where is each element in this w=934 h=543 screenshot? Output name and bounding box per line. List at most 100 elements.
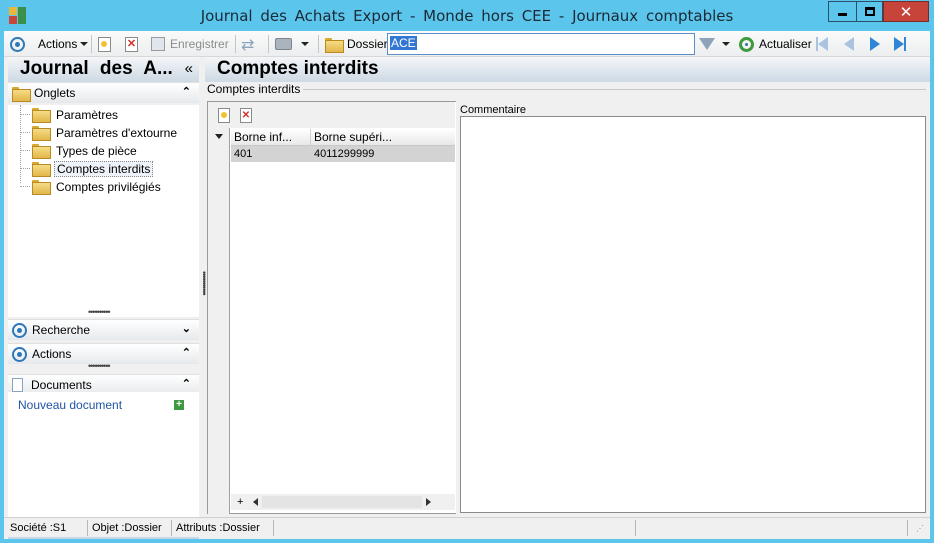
tree-item-comptes-interdits[interactable]: Comptes interdits [32, 160, 154, 177]
row-selector-column [208, 128, 230, 514]
collapse-chevron-icon: ⌃ [181, 86, 191, 98]
last-record-button[interactable] [894, 34, 906, 54]
search-section-header[interactable]: Recherche ⌄ [8, 319, 199, 340]
folder-icon [32, 144, 51, 159]
next-record-icon [870, 37, 880, 51]
cell-borne-sup[interactable]: 4011299999 [311, 146, 455, 162]
chevron-down-icon [722, 42, 730, 46]
column-header-borne-sup[interactable]: Borne supéri... [311, 129, 455, 146]
save-button[interactable]: Enregistrer [151, 34, 229, 54]
splitter-grip[interactable]: •••••••••• [88, 307, 110, 317]
maximize-icon [864, 7, 875, 16]
minimize-button[interactable] [828, 1, 857, 22]
tree-item-parametres-extourne[interactable]: Paramètres d'extourne [32, 124, 179, 141]
splitter-grip[interactable]: •••••••••• [88, 361, 110, 371]
close-button[interactable]: ✕ [883, 1, 929, 22]
add-row-footer[interactable]: + [237, 496, 243, 508]
scroll-right-icon[interactable] [426, 498, 432, 506]
tree-item-label: Types de pièce [56, 143, 137, 158]
save-button-label: Enregistrer [170, 37, 229, 51]
filter-icon [699, 38, 715, 50]
actions-menu-label: Actions [38, 37, 78, 51]
search-section-icon [12, 322, 27, 338]
status-societe: Société :S1 [8, 520, 88, 536]
new-button[interactable] [98, 34, 111, 54]
comment-textarea[interactable] [460, 116, 926, 513]
sync-button[interactable]: ⇄ [241, 34, 254, 54]
last-record-icon [894, 37, 906, 51]
column-menu-icon[interactable] [215, 134, 223, 139]
tree-item-label: Comptes privilégiés [56, 179, 161, 194]
scroll-left-icon[interactable] [253, 498, 259, 506]
dossier-label: Dossier [347, 37, 388, 51]
documents-panel: Nouveau document + [8, 392, 199, 522]
collapse-chevron-icon: ⌃ [181, 347, 191, 359]
group-divider [303, 89, 926, 90]
collapse-chevron-icon: ⌃ [181, 378, 191, 390]
title-bar[interactable]: Journal des Achats Export - Monde hors C… [0, 0, 934, 31]
print-button[interactable] [275, 34, 309, 54]
maximize-button[interactable] [856, 1, 883, 22]
refresh-button[interactable]: Actualiser [739, 34, 812, 54]
folder-icon [12, 86, 31, 102]
delete-row-icon[interactable]: ✕ [240, 108, 252, 123]
dossier-button[interactable]: Dossier [325, 34, 388, 54]
search-input[interactable]: ACE [387, 33, 695, 55]
refresh-button-label: Actualiser [759, 37, 812, 51]
resize-grip-icon[interactable]: ⋰ [916, 524, 924, 533]
filter-button[interactable] [699, 34, 730, 54]
grid-footer: + [231, 494, 455, 510]
table-row[interactable]: 401 4011299999 [231, 146, 455, 162]
tree-item-types-piece[interactable]: Types de pièce [32, 142, 139, 159]
status-attributs: Attributs :Dossier [174, 520, 274, 536]
folder-icon [32, 180, 51, 195]
left-panel: Journal des A... « Onglets ⌃ Paramètres [4, 57, 199, 539]
printer-icon [275, 38, 292, 50]
previous-record-button[interactable] [844, 34, 854, 54]
cell-borne-inf[interactable]: 401 [231, 146, 311, 162]
status-empty-cell [276, 520, 636, 536]
delete-icon: ✕ [125, 36, 138, 52]
horizontal-scrollbar[interactable] [262, 496, 423, 508]
tree-item-comptes-privilegies[interactable]: Comptes privilégiés [32, 178, 163, 195]
previous-record-icon [844, 37, 854, 51]
actions-section-label: Actions [32, 347, 72, 361]
expand-chevron-icon: ⌄ [181, 323, 191, 335]
close-icon: ✕ [899, 2, 913, 21]
tree-item-parametres[interactable]: Paramètres [32, 106, 120, 123]
document-icon [12, 378, 23, 392]
tabs-section-header[interactable]: Onglets ⌃ [8, 82, 199, 103]
status-objet: Objet :Dossier [90, 520, 172, 536]
comment-label: Commentaire [460, 104, 527, 116]
actions-menu-button[interactable]: Actions [38, 34, 89, 54]
minimize-icon [838, 13, 847, 16]
tabs-section-label: Onglets [34, 86, 76, 100]
tabs-tree: Paramètres Paramètres d'extourne Types d… [8, 105, 199, 317]
chevron-down-icon [80, 42, 89, 46]
new-document-link[interactable]: Nouveau document [18, 398, 122, 412]
collapse-panel-icon[interactable]: « [185, 57, 193, 81]
search-input-value: ACE [390, 36, 417, 50]
group-label: Comptes interdits [207, 82, 301, 96]
navigation-icon-button[interactable] [10, 34, 25, 54]
folder-icon [32, 108, 51, 123]
add-icon[interactable]: + [174, 400, 184, 410]
left-panel-title: Journal des A... [20, 58, 173, 79]
add-row-icon[interactable] [218, 108, 230, 123]
search-section-label: Recherche [32, 323, 91, 337]
first-record-button[interactable] [816, 34, 828, 54]
main-toolbar: Actions ✕ Enregistrer ⇄ Dossier ACE Actu… [4, 31, 930, 57]
main-header: Comptes interdits [205, 57, 930, 82]
left-panel-header: Journal des A... « [8, 57, 199, 82]
tree-item-label: Comptes interdits [54, 160, 154, 177]
navigation-icon [10, 36, 25, 52]
delete-button[interactable]: ✕ [125, 34, 138, 54]
status-empty-cell [638, 520, 908, 536]
comptes-grid: ✕ Borne inf... Borne supéri... 401 40112… [207, 101, 456, 514]
column-header-borne-inf[interactable]: Borne inf... [231, 129, 311, 146]
folder-icon [32, 126, 51, 141]
next-record-button[interactable] [870, 34, 880, 54]
folder-icon [325, 37, 344, 53]
grid-header: Borne inf... Borne supéri... [231, 129, 455, 146]
sync-icon: ⇄ [241, 34, 255, 54]
